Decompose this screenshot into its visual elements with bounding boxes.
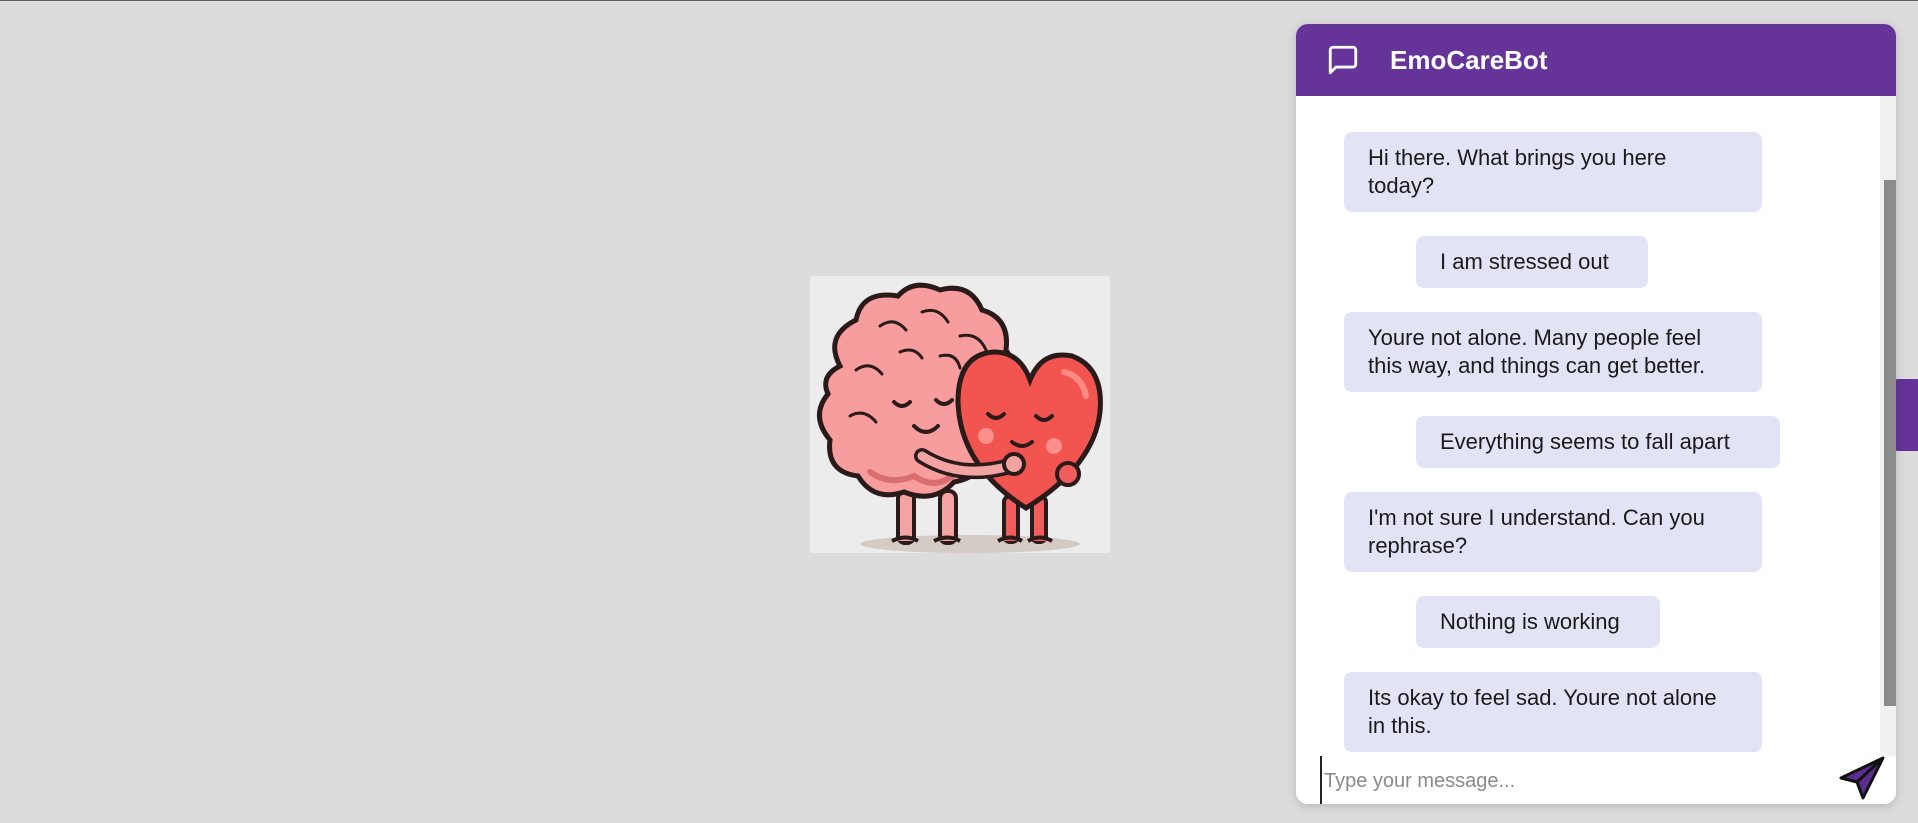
send-button[interactable] xyxy=(1838,756,1886,804)
side-tab[interactable] xyxy=(1894,379,1918,451)
message-square-icon xyxy=(1326,43,1360,77)
message-input[interactable] xyxy=(1320,756,1806,804)
user-message: I am stressed out xyxy=(1416,236,1648,288)
message-input-bar xyxy=(1296,756,1896,804)
chat-widget: EmoCareBot Hi there. What brings you her… xyxy=(1296,24,1896,804)
bot-message: I'm not sure I understand. Can you rephr… xyxy=(1344,492,1762,572)
top-border xyxy=(0,0,1918,1)
user-message: Everything seems to fall apart xyxy=(1416,416,1780,468)
brain-heart-illustration xyxy=(810,276,1110,553)
bot-message: Hi there. What brings you here today? xyxy=(1344,132,1762,212)
user-message: Nothing is working xyxy=(1416,596,1660,648)
chat-title: EmoCareBot xyxy=(1390,44,1548,75)
message-list: Hi there. What brings you here today? I … xyxy=(1296,96,1880,756)
bot-message: Youre not alone. Many people feel this w… xyxy=(1344,312,1762,392)
send-icon xyxy=(1839,756,1885,805)
bot-message: Its okay to feel sad. Youre not alone in… xyxy=(1344,672,1762,752)
message-scrollbar-thumb[interactable] xyxy=(1884,180,1896,706)
chat-header: EmoCareBot xyxy=(1296,24,1896,96)
